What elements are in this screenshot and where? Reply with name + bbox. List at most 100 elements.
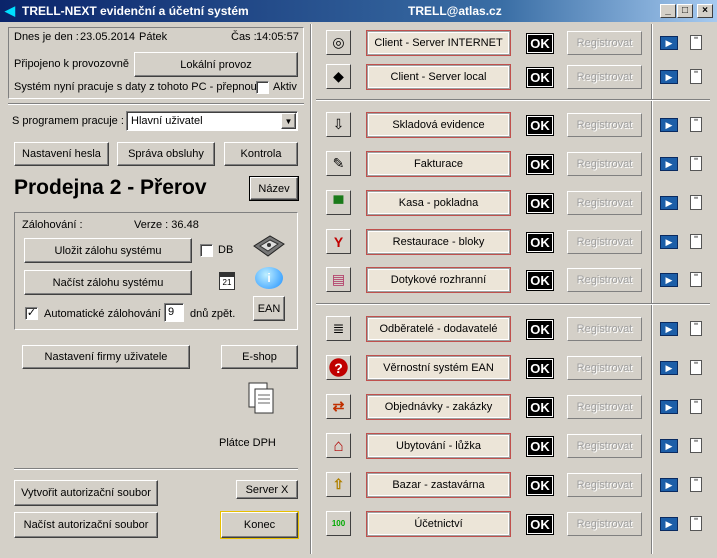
chat-bubble-icon[interactable]: i <box>255 267 283 289</box>
chevron-down-icon[interactable]: ▼ <box>281 113 296 129</box>
video-icon[interactable]: ▶ <box>660 273 678 287</box>
register-button[interactable]: Registrovat <box>567 113 642 137</box>
create-auth-file-button[interactable]: Vytvořit autorizační soubor <box>14 480 158 506</box>
module-button[interactable]: Bazar - zastavárna <box>366 472 511 498</box>
network-icon[interactable]: ◆ <box>326 64 351 89</box>
video-icon[interactable]: ▶ <box>660 118 678 132</box>
video-icon[interactable]: ▶ <box>660 36 678 50</box>
password-settings-button[interactable]: Nastavení hesla <box>14 142 109 166</box>
module-button[interactable]: Kasa - pokladna <box>366 190 511 216</box>
register-button[interactable]: Registrovat <box>567 191 642 215</box>
ok-button[interactable]: OK <box>526 154 554 175</box>
module-button[interactable]: Účetnictví <box>366 511 511 537</box>
calendar-icon[interactable]: 21 <box>219 272 235 290</box>
video-icon[interactable]: ▶ <box>660 157 678 171</box>
maximize-button[interactable]: □ <box>677 4 693 18</box>
glass-icon[interactable]: Y <box>326 229 351 254</box>
module-button[interactable]: Client - Server INTERNET <box>366 30 511 56</box>
ok-button[interactable]: OK <box>526 397 554 418</box>
video-icon[interactable]: ▶ <box>660 196 678 210</box>
module-button[interactable]: Fakturace <box>366 151 511 177</box>
module-button[interactable]: Restaurace - bloky <box>366 229 511 255</box>
local-operation-button[interactable]: Lokální provoz <box>134 52 298 77</box>
module-button[interactable]: Věrnostní systém EAN <box>366 355 511 381</box>
end-button[interactable]: Konec <box>220 511 299 539</box>
save-backup-button[interactable]: Uložit zálohu systému <box>24 238 192 263</box>
ok-button[interactable]: OK <box>526 270 554 291</box>
register-button[interactable]: Registrovat <box>567 152 642 176</box>
invoice-icon[interactable]: ✎ <box>326 151 351 176</box>
accounting-icon[interactable]: 100 <box>326 511 351 536</box>
video-icon[interactable]: ▶ <box>660 322 678 336</box>
close-button[interactable]: × <box>697 4 713 18</box>
video-icon[interactable]: ▶ <box>660 400 678 414</box>
video-icon[interactable]: ▶ <box>660 235 678 249</box>
document-icon[interactable]: ≡ <box>690 234 702 249</box>
module-button[interactable]: Odběratelé - dodavatelé <box>366 316 511 342</box>
load-auth-file-button[interactable]: Načíst autorizační soubor <box>14 512 158 538</box>
cash-register-icon[interactable]: ▀ <box>326 190 351 215</box>
register-button[interactable]: Registrovat <box>567 512 642 536</box>
video-icon[interactable]: ▶ <box>660 361 678 375</box>
ok-button[interactable]: OK <box>526 436 554 457</box>
module-button[interactable]: Skladová evidence <box>366 112 511 138</box>
ean-button[interactable]: EAN <box>253 296 285 321</box>
register-button[interactable]: Registrovat <box>567 356 642 380</box>
upload-icon[interactable]: ⇧ <box>326 472 351 497</box>
document-icon[interactable]: ≡ <box>690 117 702 132</box>
document-icon[interactable]: ≡ <box>690 272 702 287</box>
list-icon[interactable]: ≣ <box>326 316 351 341</box>
register-button[interactable]: Registrovat <box>567 473 642 497</box>
register-button[interactable]: Registrovat <box>567 434 642 458</box>
video-icon[interactable]: ▶ <box>660 70 678 84</box>
ok-button[interactable]: OK <box>526 475 554 496</box>
backup-days-input[interactable]: 9 <box>164 303 184 322</box>
document-icon[interactable]: ≡ <box>690 477 702 492</box>
ok-button[interactable]: OK <box>526 232 554 253</box>
check-button[interactable]: Kontrola <box>224 142 298 166</box>
arrow-down-icon[interactable]: ⇩ <box>326 112 351 137</box>
staff-management-button[interactable]: Správa obsluhy <box>117 142 215 166</box>
db-checkbox[interactable] <box>200 244 213 257</box>
ok-button[interactable]: OK <box>526 514 554 535</box>
exchange-icon[interactable]: ⇄ <box>326 394 351 419</box>
document-icon[interactable]: ≡ <box>690 399 702 414</box>
register-button[interactable]: Registrovat <box>567 65 642 89</box>
register-button[interactable]: Registrovat <box>567 317 642 341</box>
server-x-button[interactable]: Server X <box>236 480 298 499</box>
name-button[interactable]: Název <box>249 176 299 201</box>
module-button[interactable]: Ubytování - lůžka <box>366 433 511 459</box>
document-icon[interactable]: ≡ <box>690 321 702 336</box>
user-select[interactable]: Hlavní uživatel ▼ <box>126 111 298 131</box>
module-button[interactable]: Objednávky - zakázky <box>366 394 511 420</box>
eshop-button[interactable]: E-shop <box>221 345 298 369</box>
ok-button[interactable]: OK <box>526 193 554 214</box>
globe-icon[interactable]: ◎ <box>326 30 351 55</box>
document-icon[interactable]: ≡ <box>690 438 702 453</box>
ok-button[interactable]: OK <box>526 115 554 136</box>
document-icon[interactable]: ≡ <box>690 195 702 210</box>
touch-screen-icon[interactable]: ▤ <box>326 267 351 292</box>
register-button[interactable]: Registrovat <box>567 230 642 254</box>
video-icon[interactable]: ▶ <box>660 439 678 453</box>
document-icon[interactable]: ≡ <box>690 69 702 84</box>
video-icon[interactable]: ▶ <box>660 478 678 492</box>
register-button[interactable]: Registrovat <box>567 395 642 419</box>
module-button[interactable]: Client - Server local <box>366 64 511 90</box>
document-icon[interactable]: ≡ <box>690 156 702 171</box>
register-button[interactable]: Registrovat <box>567 268 642 292</box>
video-icon[interactable]: ▶ <box>660 517 678 531</box>
ok-button[interactable]: OK <box>526 358 554 379</box>
ok-button[interactable]: OK <box>526 319 554 340</box>
company-settings-button[interactable]: Nastavení firmy uživatele <box>22 345 190 369</box>
ok-button[interactable]: OK <box>526 67 554 88</box>
question-icon[interactable]: ? <box>326 355 351 380</box>
disk-icon[interactable] <box>250 232 286 260</box>
house-icon[interactable]: ⌂ <box>326 433 351 458</box>
ok-button[interactable]: OK <box>526 33 554 54</box>
document-icon[interactable]: ≡ <box>690 35 702 50</box>
document-icon[interactable]: ≡ <box>690 360 702 375</box>
minimize-button[interactable]: _ <box>660 4 676 18</box>
document-icon[interactable]: ≡ <box>690 516 702 531</box>
active-checkbox[interactable] <box>256 81 269 94</box>
